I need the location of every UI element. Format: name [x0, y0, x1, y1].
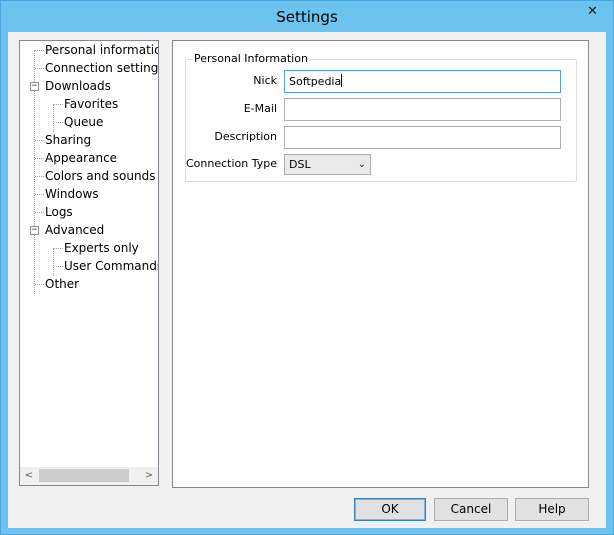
tree-connector	[35, 50, 44, 51]
tree-item-logs[interactable]: Logs	[45, 203, 73, 221]
scroll-left-icon[interactable]: <	[20, 467, 38, 485]
nick-input[interactable]: Softpedia	[284, 70, 561, 93]
tree-item-appearance[interactable]: Appearance	[45, 149, 117, 167]
settings-page-panel: Personal Information Nick Softpedia E-Ma…	[172, 40, 589, 488]
personal-information-group: Personal Information Nick Softpedia E-Ma…	[185, 52, 577, 182]
tree-item-personal-information[interactable]: Personal information	[45, 41, 158, 59]
tree-item-favorites[interactable]: Favorites	[64, 95, 118, 113]
description-input[interactable]	[284, 126, 561, 149]
connection-type-value: DSL	[289, 158, 311, 171]
tree-connector	[53, 248, 54, 276]
settings-window: Settings ✕ − − Personal information Conn…	[0, 0, 614, 535]
tree-connector	[35, 140, 44, 141]
tree-connector	[35, 68, 44, 69]
close-icon[interactable]: ✕	[579, 2, 606, 22]
tree-connector	[54, 122, 63, 123]
window-title: Settings	[276, 8, 338, 26]
tree-connector	[54, 104, 63, 105]
ok-button[interactable]: OK	[354, 498, 426, 521]
tree-item-sharing[interactable]: Sharing	[45, 131, 91, 149]
tree-connector	[54, 248, 63, 249]
tree-connector	[35, 176, 44, 177]
scrollbar-thumb[interactable]	[39, 469, 129, 482]
minus-box-icon[interactable]: −	[30, 226, 39, 235]
tree-connector	[35, 158, 44, 159]
tree-item-user-commands[interactable]: User Commands	[64, 257, 158, 275]
tree-item-colors-and-sounds[interactable]: Colors and sounds	[45, 167, 155, 185]
nick-label: Nick	[253, 74, 277, 87]
tree-item-experts-only[interactable]: Experts only	[64, 239, 139, 257]
tree-item-other[interactable]: Other	[45, 275, 79, 293]
tree-connector	[35, 284, 44, 285]
title-bar[interactable]: Settings ✕	[1, 1, 613, 33]
dialog-client-area: − − Personal information Connection sett…	[8, 32, 606, 528]
minus-box-icon[interactable]: −	[30, 82, 39, 91]
tree-connector	[54, 266, 63, 267]
tree-horizontal-scrollbar[interactable]: < >	[20, 467, 158, 485]
nick-value: Softpedia	[289, 75, 342, 88]
tree-items: − − Personal information Connection sett…	[20, 41, 158, 467]
tree-item-downloads[interactable]: Downloads	[45, 77, 111, 95]
text-caret	[341, 74, 343, 87]
tree-item-advanced[interactable]: Advanced	[45, 221, 104, 239]
connection-type-label: Connection Type	[185, 157, 277, 170]
tree-item-windows[interactable]: Windows	[45, 185, 99, 203]
scroll-right-icon[interactable]: >	[140, 467, 158, 485]
cancel-button[interactable]: Cancel	[434, 498, 508, 521]
chevron-down-icon: ⌄	[357, 159, 366, 170]
help-button[interactable]: Help	[515, 498, 589, 521]
tree-connector	[35, 212, 44, 213]
group-title: Personal Information	[192, 52, 310, 66]
description-label: Description	[214, 130, 277, 143]
tree-connector	[35, 194, 44, 195]
tree-item-connection-settings[interactable]: Connection settings	[45, 59, 158, 77]
settings-tree: − − Personal information Connection sett…	[19, 40, 159, 486]
tree-item-queue[interactable]: Queue	[64, 113, 103, 131]
tree-connector	[53, 104, 54, 132]
email-label: E-Mail	[243, 102, 277, 115]
email-input[interactable]	[284, 98, 561, 121]
connection-type-select[interactable]: DSL ⌄	[284, 154, 371, 175]
